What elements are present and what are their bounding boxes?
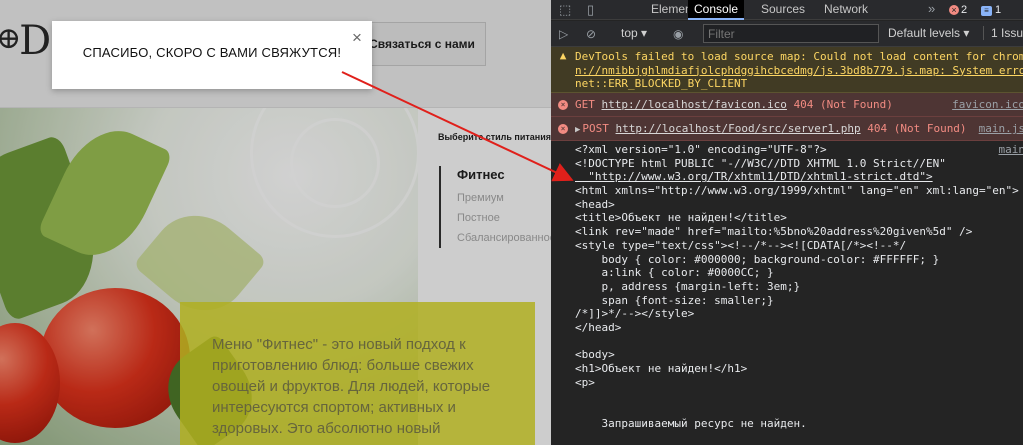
console-error-message: × ▶ POST http://localhost/Food/src/server… xyxy=(551,117,1023,141)
console-toolbar: ▷ ⊘ top ▾ ◉ Default levels ▾ 1 Issue xyxy=(551,21,1023,47)
chevron-down-icon: ▾ xyxy=(641,26,648,40)
expand-caret-icon[interactable]: ▶ xyxy=(575,125,580,135)
chevron-down-icon: ▾ xyxy=(963,26,970,40)
error-icon: × xyxy=(558,124,568,134)
request-url-link[interactable]: http://localhost/favicon.ico xyxy=(602,98,787,111)
request-method: GET xyxy=(575,98,595,111)
sidebar-toggle-icon[interactable]: ▷ xyxy=(559,26,568,42)
log-line: <html xmlns="http://www.w3.org/1999/xhtm… xyxy=(575,184,1019,198)
log-line: <style type="text/css"><!--/*--><![CDATA… xyxy=(575,238,907,252)
devtools-panel: ⬚ ▯ Elements Console Sources Network » ×… xyxy=(551,0,1023,445)
log-line: "http://www.w3.org/TR/xhtml1/DTD/xhtml1-… xyxy=(575,170,933,184)
server-response-log: main <?xml version="1.0" encoding="UTF-8… xyxy=(551,141,1023,430)
tab-sources[interactable]: Sources xyxy=(755,0,811,20)
console-filter-input[interactable] xyxy=(703,24,879,43)
log-line: <!DOCTYPE html PUBLIC "-//W3C//DTD XHTML… xyxy=(575,156,946,170)
issues-button[interactable]: 1 Issue xyxy=(983,26,1023,40)
message-count-badge[interactable]: ≡ 1 xyxy=(981,2,1001,18)
console-output: ▲ DevTools failed to load source map: Co… xyxy=(551,47,1023,430)
website-viewport: ⊕D Связаться с нами Выберите стиль питан… xyxy=(0,0,551,445)
device-toolbar-icon[interactable]: ▯ xyxy=(587,2,594,18)
log-line: /*]]>*/--></style> xyxy=(575,307,695,321)
log-line: a:link { color: #0000CC; } xyxy=(575,266,774,280)
error-icon: × xyxy=(558,100,568,110)
more-tabs-icon[interactable]: » xyxy=(928,1,935,17)
clear-console-icon[interactable]: ⊘ xyxy=(586,26,596,42)
request-status: 404 (Not Found) xyxy=(793,98,893,111)
request-url-link[interactable]: http://localhost/Food/src/server1.php xyxy=(616,122,861,135)
console-error-message: × GET http://localhost/favicon.ico 404 (… xyxy=(551,93,1023,117)
message-icon: ≡ xyxy=(981,6,992,16)
source-link[interactable]: main.js xyxy=(979,122,1023,136)
log-line: <?xml version="1.0" encoding="UTF-8"?> xyxy=(575,143,827,156)
warning-line-link[interactable]: n://nmibbjghlmdiafjolcphdggihcbcedmg/js.… xyxy=(575,64,1023,78)
context-selector[interactable]: top ▾ xyxy=(621,26,647,40)
error-icon: × xyxy=(949,5,959,15)
thank-you-modal: СПАСИБО, СКОРО С ВАМИ СВЯЖУТСЯ! × xyxy=(52,21,372,89)
log-line: <h1>Объект не найден!</h1> xyxy=(575,362,748,375)
live-expression-eye-icon[interactable]: ◉ xyxy=(673,26,683,42)
log-line: Запрашиваемый ресурс не найден. xyxy=(575,416,807,430)
log-line: span {font-size: smaller;} xyxy=(575,293,774,307)
source-link[interactable]: favicon.ico xyxy=(952,98,1023,112)
tab-network[interactable]: Network xyxy=(818,0,874,20)
log-line: </head> xyxy=(575,320,622,334)
devtools-tabbar: ⬚ ▯ Elements Console Sources Network » ×… xyxy=(551,0,1023,20)
warning-icon: ▲ xyxy=(559,49,567,62)
log-line: p, address {margin-left: 3em;} xyxy=(575,279,801,293)
log-line: <body> xyxy=(575,348,615,362)
log-line: <title>Объект не найден!</title> xyxy=(575,211,787,225)
log-source-link[interactable]: main xyxy=(999,143,1023,157)
modal-close-icon[interactable]: × xyxy=(352,29,362,46)
warning-line: DevTools failed to load source map: Coul… xyxy=(575,50,1023,63)
tab-console[interactable]: Console xyxy=(688,0,745,20)
error-count-badge[interactable]: × 2 xyxy=(949,2,967,18)
inspect-element-icon[interactable]: ⬚ xyxy=(559,2,571,18)
log-line: <link rev="made" href="mailto:%5bno%20ad… xyxy=(575,225,973,239)
log-line: <p> xyxy=(575,375,595,389)
log-line: <head> xyxy=(575,197,615,211)
log-line: body { color: #000000; background-color:… xyxy=(575,252,940,266)
warning-line: net::ERR_BLOCKED_BY_CLIENT xyxy=(575,77,748,91)
log-levels-dropdown[interactable]: Default levels ▾ xyxy=(888,26,969,40)
modal-message: СПАСИБО, СКОРО С ВАМИ СВЯЖУТСЯ! xyxy=(82,45,342,60)
request-method: POST xyxy=(582,122,609,135)
console-warning-message: ▲ DevTools failed to load source map: Co… xyxy=(551,47,1023,93)
request-status: 404 (Not Found) xyxy=(867,122,967,135)
